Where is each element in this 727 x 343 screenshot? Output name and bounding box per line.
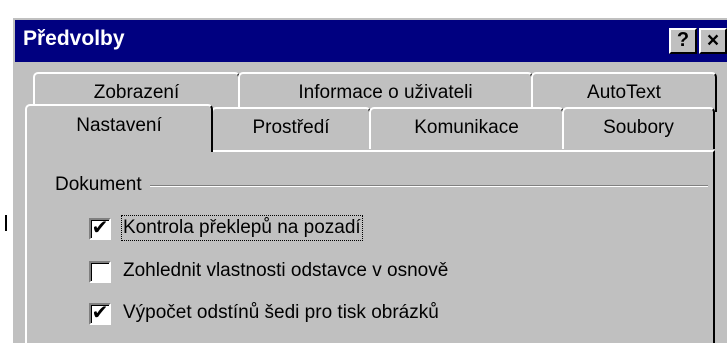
- tab-soubory[interactable]: Soubory: [562, 107, 715, 149]
- tab-komunikace[interactable]: Komunikace: [369, 107, 564, 149]
- group-divider: [55, 185, 708, 187]
- checkbox-zohlednit-vlastnosti[interactable]: [89, 261, 111, 283]
- option-label: Výpočet odstínů šedi pro tisk obrázků: [123, 302, 439, 323]
- checkmark-icon: ✔: [91, 217, 109, 239]
- tab-nastaveni[interactable]: Nastavení: [25, 104, 213, 152]
- checkbox-vypocet-odstinu[interactable]: ✔: [89, 303, 111, 325]
- tab-informace-o-uzivateli[interactable]: Informace o uživateli: [238, 72, 533, 112]
- dialog-title: Předvolby: [23, 27, 125, 50]
- tab-label: Nastavení: [76, 115, 162, 136]
- checkmark-icon: ✔: [91, 302, 109, 324]
- background-area: [0, 0, 11, 343]
- tab-label: Soubory: [603, 117, 674, 138]
- group-label-dokument: Dokument: [55, 174, 150, 196]
- tab-label: Zobrazení: [93, 82, 180, 103]
- tab-prostredi[interactable]: Prostředí: [211, 107, 371, 149]
- question-mark-icon: ?: [676, 29, 690, 51]
- option-label: Kontrola překlepů na pozadí: [121, 215, 363, 241]
- tab-label: Komunikace: [414, 117, 519, 138]
- tab-autotext[interactable]: AutoText: [531, 72, 717, 112]
- help-button[interactable]: ?: [669, 28, 697, 54]
- checkbox-kontrola-preklepu[interactable]: ✔: [89, 218, 111, 240]
- tab-label: AutoText: [587, 82, 661, 103]
- close-button[interactable]: ×: [699, 28, 727, 54]
- tab-label: Prostředí: [252, 117, 330, 138]
- option-label: Zohlednit vlastnosti odstavce v osnově: [123, 260, 449, 281]
- tab-panel-nastaveni: Dokument ✔ Kontrola překlepů na pozadí Z…: [25, 150, 715, 343]
- edge-mark: [5, 215, 7, 231]
- close-icon: ×: [706, 29, 720, 52]
- title-bar[interactable]: Předvolby ? ×: [15, 20, 727, 62]
- tab-label: Informace o uživateli: [298, 82, 473, 103]
